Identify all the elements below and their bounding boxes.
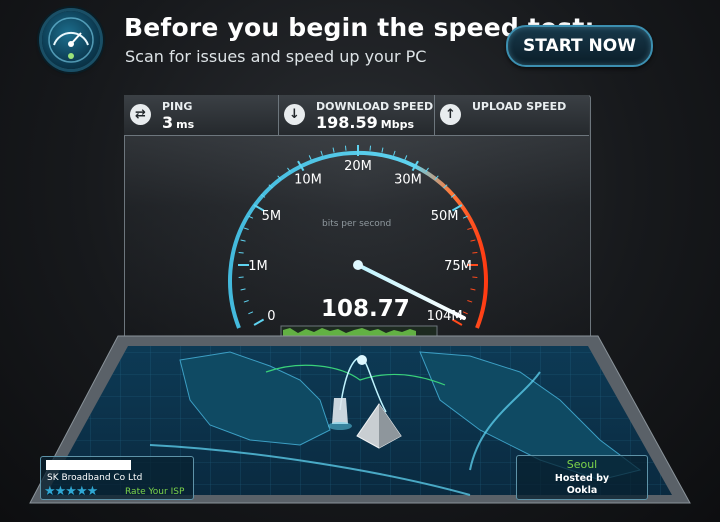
server-marker-dot [357, 355, 367, 365]
isp-redaction [46, 460, 131, 470]
isp-panel: SK Broadband Co Ltd ★★★★★ Rate Your ISP [40, 456, 194, 500]
isp-rating-stars[interactable]: ★★★★★ [44, 484, 98, 499]
user-location-marker [332, 398, 348, 424]
map-tray [29, 335, 691, 504]
hosted-by-label: Hosted by [554, 473, 610, 484]
server-city[interactable]: Seoul [517, 458, 647, 471]
host-name: Ookla [566, 485, 598, 496]
server-panel: Seoul Hosted by Ookla [516, 455, 648, 500]
isp-name: SK Broadband Co Ltd [47, 473, 143, 483]
rate-isp-link[interactable]: Rate Your ISP [125, 487, 184, 497]
